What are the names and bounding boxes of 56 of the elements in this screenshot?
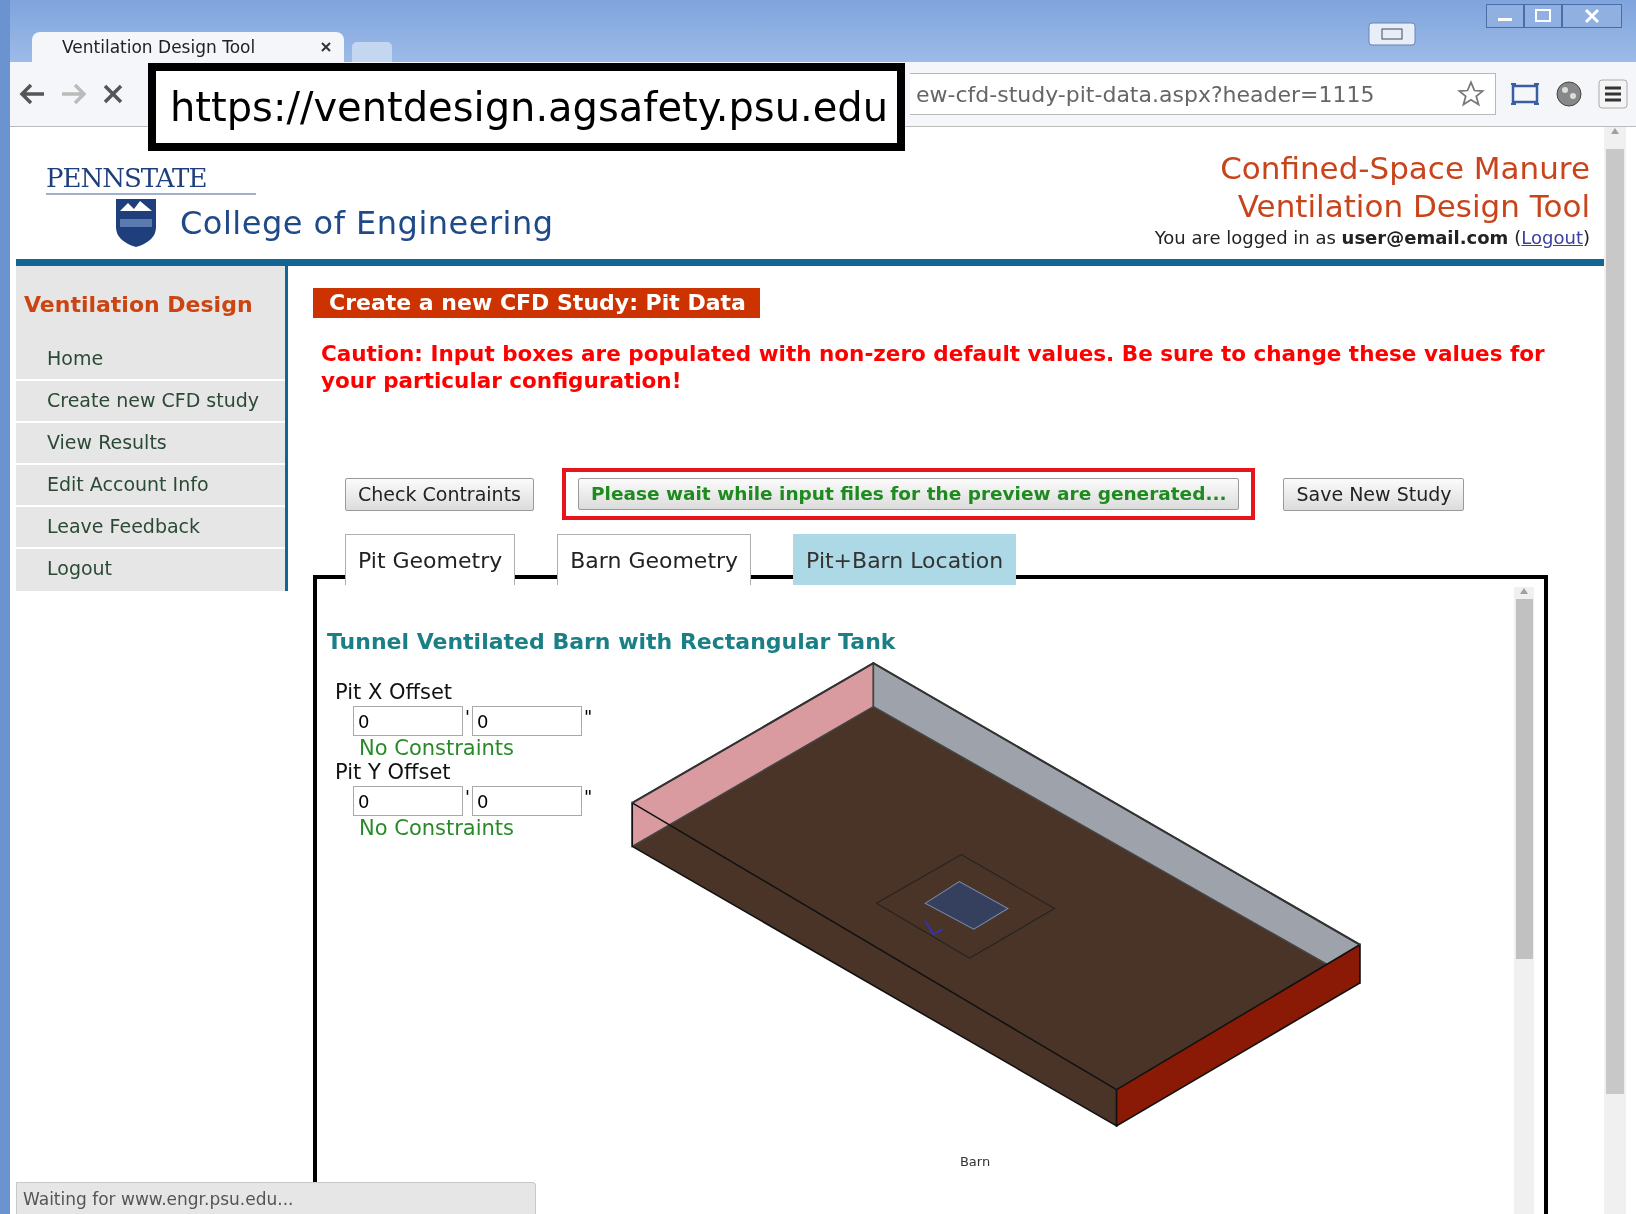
scrollbar[interactable] bbox=[1514, 587, 1534, 1214]
page-scrollbar[interactable] bbox=[1604, 127, 1626, 1214]
caution-message: Caution: Input boxes are populated with non-zero default values. Be sure to change these values for your particular configuration! bbox=[321, 340, 1546, 394]
bookmark-star-icon[interactable] bbox=[1457, 80, 1485, 108]
inch-mark: " bbox=[583, 706, 593, 727]
tab-title: Ventilation Design Tool bbox=[62, 37, 257, 57]
browser-tab[interactable]: Ventilation Design Tool bbox=[32, 32, 344, 62]
action-button[interactable]: Save New Study bbox=[1283, 477, 1465, 511]
inch-mark: " bbox=[583, 786, 593, 807]
inches-input-field[interactable]: 0 bbox=[471, 786, 582, 816]
menu-icon[interactable] bbox=[1598, 79, 1628, 109]
figure-caption: Barn bbox=[959, 1154, 991, 1169]
minimize-icon[interactable] bbox=[1486, 4, 1524, 28]
tab[interactable]: Barn Geometry bbox=[557, 534, 752, 585]
shield-logo-icon bbox=[114, 197, 158, 249]
app-title: Ventilation Design Tool bbox=[1237, 187, 1590, 225]
status-bar: Waiting for www.engr.psu.edu... bbox=[16, 1182, 536, 1214]
action-button[interactable]: Check Contraints bbox=[345, 477, 534, 511]
inches-input-field[interactable]: 0 bbox=[471, 706, 582, 736]
field-label: Pit X Offset bbox=[335, 680, 454, 704]
preview-status-button[interactable]: Please wait while input files for the preview are generated... bbox=[578, 478, 1240, 510]
tab[interactable]: Pit+Barn Location bbox=[793, 534, 1017, 585]
login-status: You are logged in as user@email.com bbox=[1154, 227, 1509, 248]
back-icon[interactable] bbox=[18, 82, 46, 106]
close-icon[interactable] bbox=[1562, 4, 1622, 28]
constraint-note: No Constraints bbox=[358, 816, 516, 840]
maximize-icon[interactable] bbox=[1524, 4, 1562, 28]
url-text: ew-cfd-study-pit-data.aspx?header=1115 bbox=[916, 81, 1376, 107]
screen-icon[interactable] bbox=[1510, 81, 1540, 107]
sidebar-item[interactable]: Create new CFD study bbox=[16, 381, 285, 423]
field-label: Pit Y Offset bbox=[335, 760, 452, 784]
address-bar[interactable]: ew-cfd-study-pit-data.aspx?header=1115 bbox=[910, 73, 1496, 115]
feet-input-field[interactable]: 0 bbox=[353, 786, 463, 816]
constraint-note: No Constraints bbox=[358, 736, 516, 760]
feet-input-field[interactable]: 0 bbox=[353, 706, 463, 736]
sidebar-item[interactable]: Home bbox=[16, 339, 285, 381]
feet-mark: ' bbox=[465, 786, 470, 807]
sidebar-item[interactable]: Logout bbox=[16, 549, 285, 589]
sidebar-title: Ventilation Design bbox=[23, 291, 254, 319]
app-title: Confined-Space Manure bbox=[1220, 149, 1590, 187]
url-callout: https://ventdesign.agsafety.psu.edu bbox=[148, 63, 905, 151]
logout-link[interactable]: Logout bbox=[1521, 227, 1583, 248]
sidebar-item[interactable]: Edit Account Info bbox=[16, 465, 285, 507]
stop-icon[interactable] bbox=[102, 83, 124, 105]
parenthesis: ( bbox=[1514, 227, 1522, 248]
sidebar-item[interactable]: View Results bbox=[16, 423, 285, 465]
sidebar-item[interactable]: Leave Feedback bbox=[16, 507, 285, 549]
extension-icon[interactable] bbox=[1554, 79, 1584, 109]
college-name: College of Engineering bbox=[180, 204, 554, 242]
close-tab-icon[interactable] bbox=[320, 41, 332, 53]
university-wordmark: PENNSTATE bbox=[46, 163, 256, 195]
section-title: Tunnel Ventilated Barn with Rectangular Tank bbox=[327, 629, 897, 654]
tab[interactable]: Pit Geometry bbox=[345, 534, 516, 585]
parenthesis: ) bbox=[1582, 227, 1590, 248]
feet-mark: ' bbox=[465, 706, 470, 727]
page-heading: Create a new CFD Study: Pit Data bbox=[313, 288, 760, 318]
